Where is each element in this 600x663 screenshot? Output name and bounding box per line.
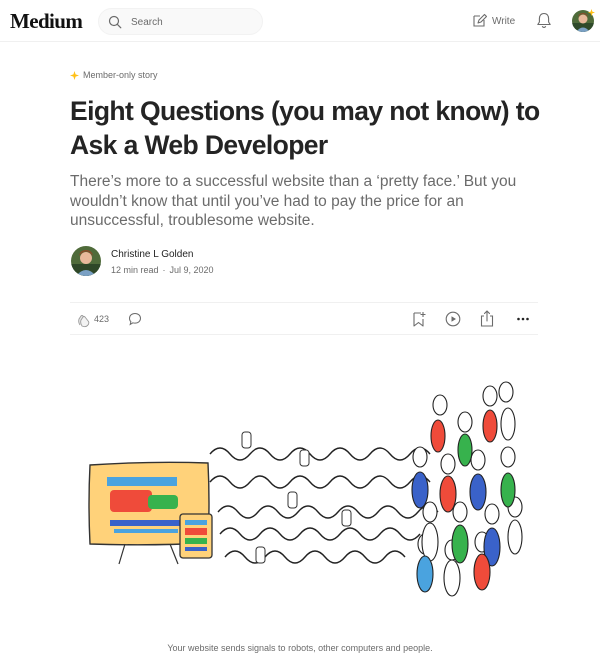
top-navigation-bar: Medium Write [0,0,600,42]
search-box[interactable] [98,8,263,35]
clap-count: 423 [94,314,110,324]
author-avatar[interactable] [71,246,101,276]
write-icon [473,13,487,27]
bookmark-icon[interactable] [412,311,426,327]
meta-separator: · [162,265,166,275]
comment-icon[interactable] [128,312,142,326]
author-name[interactable]: Christine L Golden [111,249,193,260]
bell-icon[interactable] [536,12,552,29]
article-hero-illustration [88,381,523,597]
clap-icon[interactable] [76,312,92,328]
crowd-drawing [411,381,523,597]
article-subtitle: There’s more to a successful website tha… [70,173,517,229]
robot-drawings [241,431,352,564]
tablet-drawing [179,513,213,559]
star-icon [70,70,79,80]
medium-logo[interactable]: Medium [10,9,83,34]
publish-date: Jul 9, 2020 [169,265,214,275]
member-only-label: Member-only story [83,70,158,80]
image-caption: Your website sends signals to robots, ot… [167,643,433,653]
share-icon[interactable] [480,310,494,327]
search-icon [108,15,122,29]
author-avatar-image [71,246,101,276]
article-action-bar: 423 [70,302,538,335]
star-icon [588,9,595,16]
read-time: 12 min read [111,265,159,275]
more-icon[interactable] [516,312,530,326]
write-label: Write [492,15,516,27]
play-icon[interactable] [445,311,461,327]
article-title: Eight Questions (you may not know) to As… [70,96,540,160]
search-input[interactable] [131,14,256,30]
write-button[interactable]: Write [471,11,515,31]
article-meta: 12 min read · Jul 9, 2020 [111,265,214,275]
member-only-badge: Member-only story [70,70,158,80]
signal-waves-drawing [209,447,439,564]
